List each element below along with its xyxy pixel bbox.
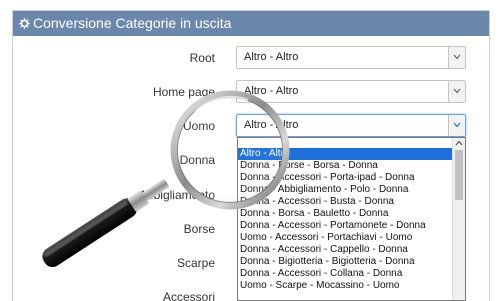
panel-title: Conversione Categorie in uscita (33, 15, 232, 31)
root-select[interactable]: Altro - Altro (236, 46, 466, 69)
dropdown-option[interactable]: Donna - Accessori - Cappello - Donna (238, 244, 453, 256)
root-select-value: Altro - Altro (244, 51, 299, 63)
scrollbar-thumb[interactable] (455, 150, 463, 200)
dropdown-option[interactable]: Uomo - Scarpe - Mocassino - Uomo (238, 280, 453, 292)
dropdown-option[interactable]: Donna - Accessori - Busta - Donna (238, 196, 453, 208)
dropdown-option[interactable]: Donna - Bigiotteria - Bigiotteria - Donn… (238, 256, 453, 268)
label-borse: Borse (183, 222, 215, 236)
chevron-down-icon[interactable] (448, 81, 465, 102)
screenshot: Conversione Categorie in uscita Root Hom… (0, 0, 500, 301)
label-home-page: Home page (152, 85, 215, 99)
label-uomo: Uomo (182, 119, 215, 133)
dropdown-option[interactable]: Donna - Accessori - Porta-ipad - Donna (238, 172, 453, 184)
dropdown-option[interactable]: Donna - Accessori - Portamonete - Donna (238, 220, 453, 232)
dropdown-option[interactable]: Donna - Borsa - Bauletto - Donna (238, 208, 453, 220)
dropdown-option[interactable]: Donna - Borse - Borsa - Donna (238, 160, 453, 172)
home-page-select-value: Altro - Altro (244, 85, 299, 97)
dropdown-option[interactable]: Donna - Abbigliamento - Polo - Donna (238, 184, 453, 196)
label-root: Root (189, 51, 215, 65)
label-donna: Donna (179, 153, 215, 167)
home-page-select[interactable]: Altro - Altro (236, 80, 466, 103)
chevron-down-icon[interactable] (448, 47, 465, 68)
uomo-select-dropdown-list[interactable]: Altro - Altro Donna - Borse - Borsa - Do… (237, 137, 466, 301)
scroll-up-icon[interactable] (455, 140, 463, 146)
dropdown-option[interactable]: Donna - Accessori - Collana - Donna (238, 268, 453, 280)
label-abbigliamento: Abbigliamento (138, 188, 215, 202)
uomo-select-value: Altro - Altro (244, 119, 299, 131)
dropdown-option-selected[interactable]: Altro - Altro (238, 148, 453, 160)
label-accessori: Accessori (162, 290, 215, 301)
panel-header: Conversione Categorie in uscita (13, 11, 489, 36)
dropdown-option[interactable]: Uomo - Accessori - Portachiavi - Uomo (238, 232, 453, 244)
uomo-select[interactable]: Altro - Altro (236, 114, 466, 137)
label-scarpe: Scarpe (176, 256, 215, 270)
gear-icon (19, 18, 30, 29)
dropdown-scrollbar[interactable] (452, 138, 465, 300)
chevron-down-icon[interactable] (448, 115, 465, 136)
